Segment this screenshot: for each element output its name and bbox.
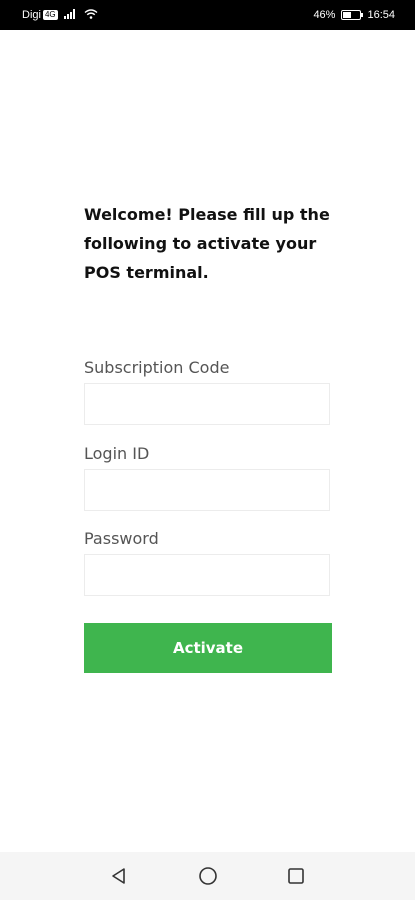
- recents-button[interactable]: [284, 864, 308, 888]
- battery-level: [343, 12, 351, 18]
- home-circle-icon: [199, 867, 217, 885]
- clock: 16:54: [367, 9, 395, 21]
- status-bar: Digi 4G 46% 16:54: [0, 0, 415, 30]
- welcome-message: Welcome! Please fill up the following to…: [84, 205, 330, 282]
- login-id-label: Login ID: [84, 444, 150, 463]
- battery-icon: [341, 10, 364, 20]
- back-button[interactable]: [107, 864, 131, 888]
- password-label: Password: [84, 529, 159, 548]
- subscription-code-label: Subscription Code: [84, 358, 230, 377]
- navigation-bar: [0, 852, 415, 900]
- status-left: Digi 4G: [22, 8, 98, 22]
- recents-square-icon: [288, 868, 304, 884]
- login-id-input[interactable]: [84, 469, 330, 511]
- network-type-badge: 4G: [42, 10, 58, 20]
- password-input[interactable]: [84, 554, 330, 596]
- carrier: Digi 4G: [22, 9, 58, 21]
- back-triangle-icon: [112, 868, 125, 884]
- signal-icon: [63, 8, 78, 22]
- battery-percent: 46%: [313, 9, 336, 21]
- activate-button[interactable]: Activate: [84, 623, 332, 673]
- subscription-code-input[interactable]: [84, 383, 330, 425]
- home-button[interactable]: [196, 864, 220, 888]
- carrier-name: Digi: [22, 9, 41, 21]
- status-right: 46% 16:54: [313, 9, 395, 21]
- wifi-icon: [84, 8, 98, 22]
